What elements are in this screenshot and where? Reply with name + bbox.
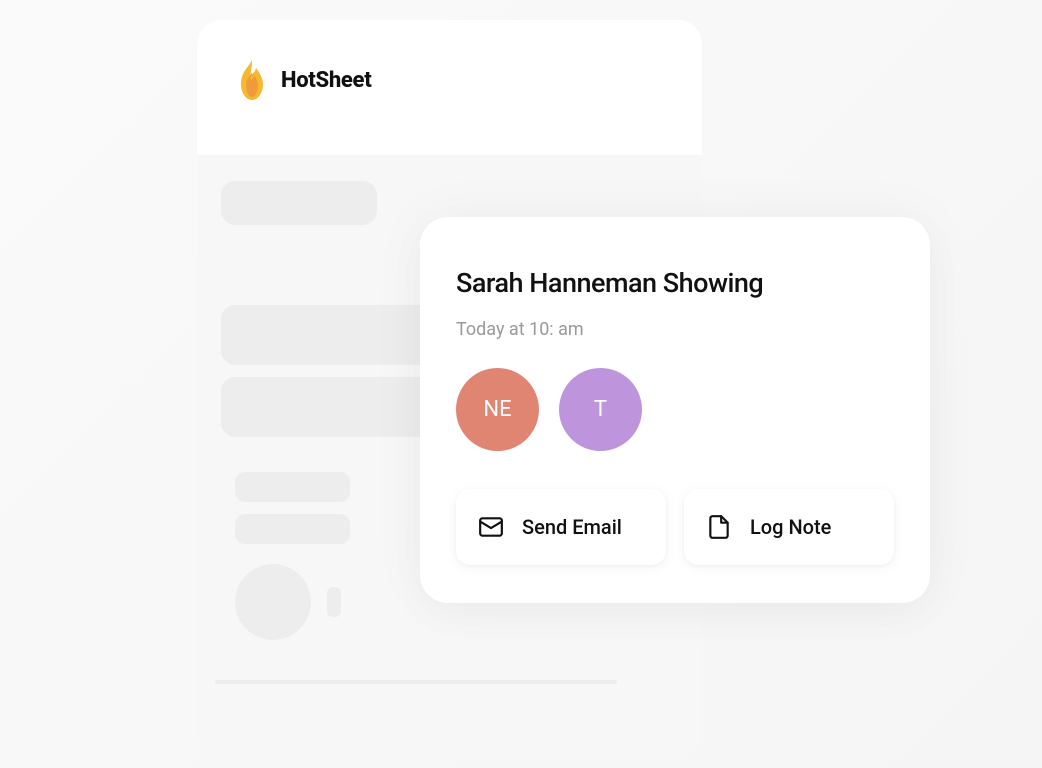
skeleton-block xyxy=(221,181,377,225)
skeleton-block xyxy=(235,472,350,502)
avatar: T xyxy=(559,368,642,451)
detail-time: Today at 10: am xyxy=(456,319,894,340)
app-header: HotSheet xyxy=(197,20,702,155)
send-email-button[interactable]: Send Email xyxy=(456,489,666,565)
skeleton-block xyxy=(235,514,350,544)
logo-block: HotSheet xyxy=(235,58,371,102)
action-row: Send Email Log Note xyxy=(456,489,894,565)
detail-card: Sarah Hanneman Showing Today at 10: am N… xyxy=(420,217,930,603)
detail-title: Sarah Hanneman Showing xyxy=(456,267,894,299)
skeleton-divider xyxy=(215,680,617,684)
send-email-label: Send Email xyxy=(522,515,622,539)
skeleton-circle xyxy=(235,564,311,640)
avatar-initials: T xyxy=(594,397,607,422)
file-icon xyxy=(706,514,732,540)
skeleton-block xyxy=(327,587,341,617)
avatar-row: NE T xyxy=(456,368,894,451)
flame-icon xyxy=(235,58,269,102)
log-note-button[interactable]: Log Note xyxy=(684,489,894,565)
log-note-label: Log Note xyxy=(750,515,831,539)
avatar-initials: NE xyxy=(483,397,511,422)
app-title: HotSheet xyxy=(281,68,371,93)
avatar: NE xyxy=(456,368,539,451)
mail-icon xyxy=(478,514,504,540)
